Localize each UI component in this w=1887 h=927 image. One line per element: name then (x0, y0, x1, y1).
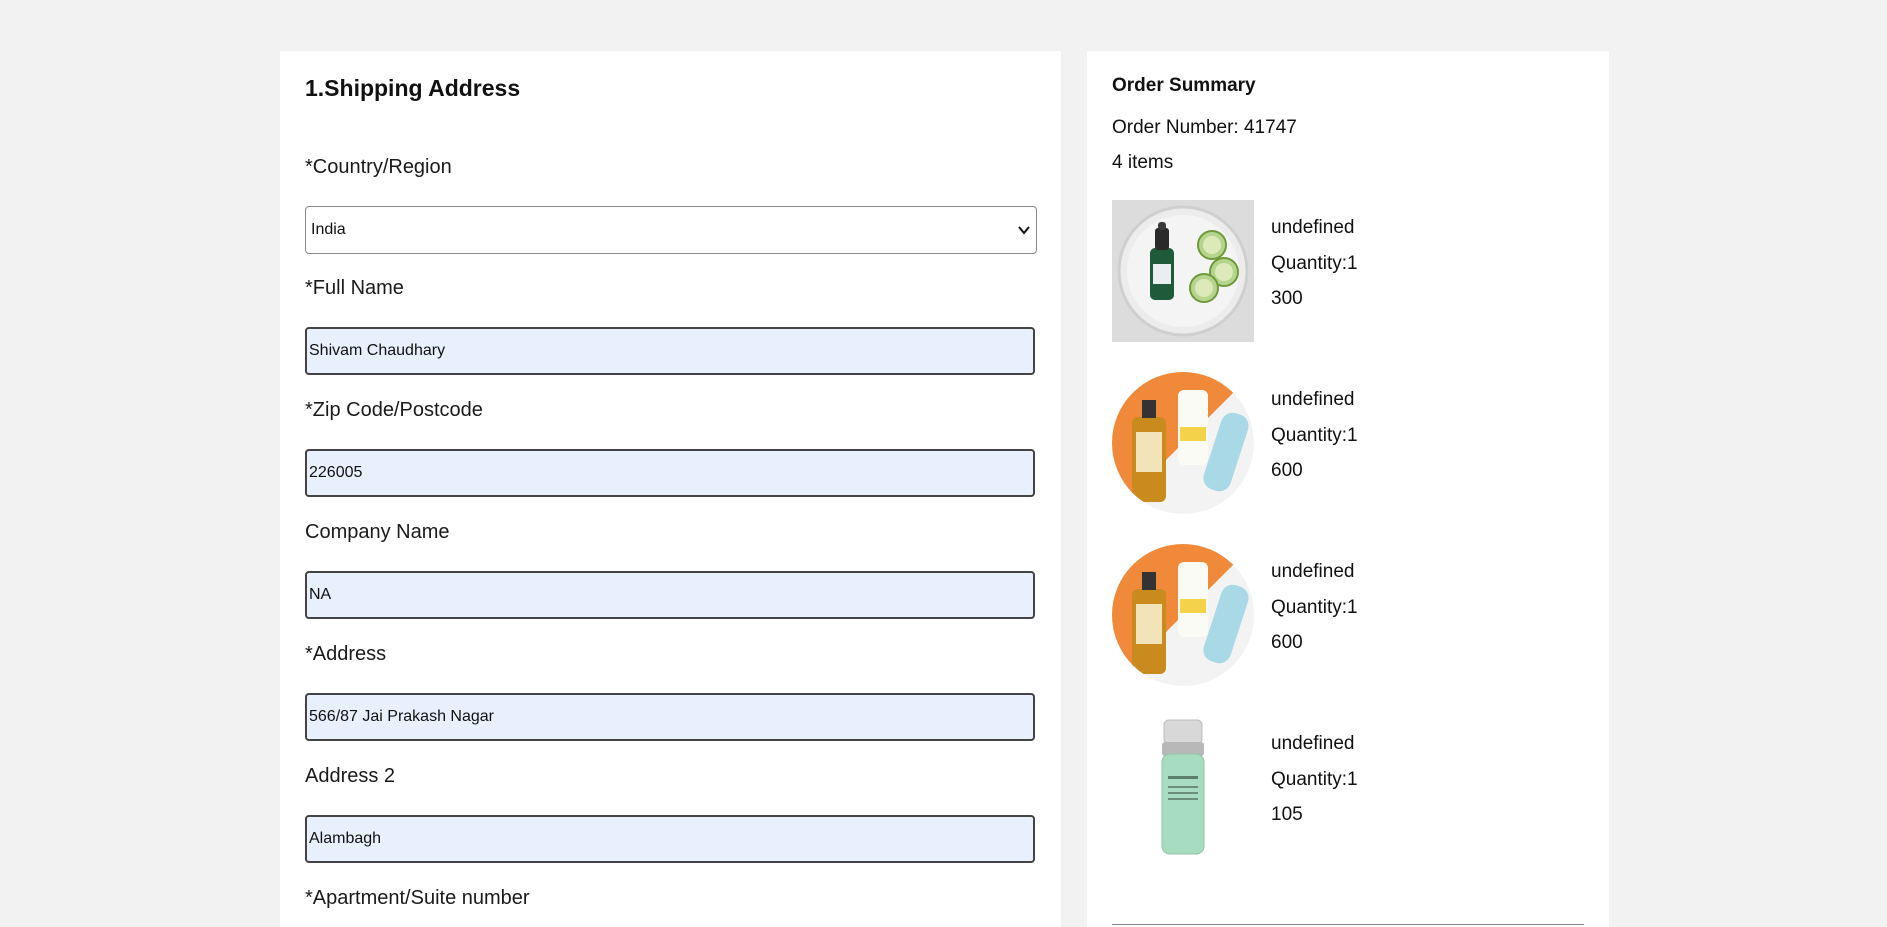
address-2-label: Address 2 (305, 765, 396, 787)
item-name: undefined (1271, 733, 1355, 754)
country-region-value: India (311, 221, 346, 238)
chevron-down-icon (1018, 226, 1030, 235)
item-price: 600 (1271, 632, 1303, 653)
order-number: Order Number: 41747 (1112, 117, 1297, 138)
summary-divider (1112, 924, 1584, 925)
address-label: *Address (305, 643, 387, 665)
address-input[interactable] (305, 693, 1035, 741)
skincare-set-image (1112, 372, 1254, 514)
item-price: 300 (1271, 288, 1303, 309)
order-summary-title: Order Summary (1112, 75, 1256, 96)
serum-dropper-bottle-image (1112, 200, 1254, 342)
item-name: undefined (1271, 561, 1355, 582)
country-region-label: *Country/Region (305, 156, 452, 178)
item-price: 600 (1271, 460, 1303, 481)
item-quantity: Quantity:1 (1271, 424, 1358, 446)
company-name-input[interactable] (305, 571, 1035, 619)
shipping-address-panel: 1.Shipping Address *Country/Region India… (280, 51, 1061, 927)
order-item: undefined Quantity:1 105 (1112, 716, 1592, 858)
order-item: undefined Quantity:1 600 (1112, 372, 1592, 514)
apartment-suite-label: *Apartment/Suite number (305, 887, 530, 909)
address-2-input[interactable] (305, 815, 1035, 863)
zip-code-input[interactable] (305, 449, 1035, 497)
green-pump-bottle-image (1112, 716, 1254, 858)
item-count: 4 items (1112, 152, 1174, 173)
country-region-select[interactable]: India (305, 206, 1037, 254)
order-item: undefined Quantity:1 600 (1112, 544, 1592, 686)
zip-code-label: *Zip Code/Postcode (305, 399, 483, 421)
item-quantity: Quantity:1 (1271, 252, 1358, 274)
item-name: undefined (1271, 389, 1355, 410)
shipping-address-title: 1.Shipping Address (305, 75, 521, 101)
item-name: undefined (1271, 217, 1355, 238)
item-price: 105 (1271, 804, 1303, 825)
full-name-label: *Full Name (305, 277, 404, 299)
order-summary-panel: Order Summary Order Number: 41747 4 item… (1087, 51, 1609, 927)
full-name-input[interactable] (305, 327, 1035, 375)
order-item: undefined Quantity:1 300 (1112, 200, 1592, 342)
company-name-label: Company Name (305, 521, 450, 543)
item-quantity: Quantity:1 (1271, 768, 1358, 790)
skincare-set-image (1112, 544, 1254, 686)
item-quantity: Quantity:1 (1271, 596, 1358, 618)
